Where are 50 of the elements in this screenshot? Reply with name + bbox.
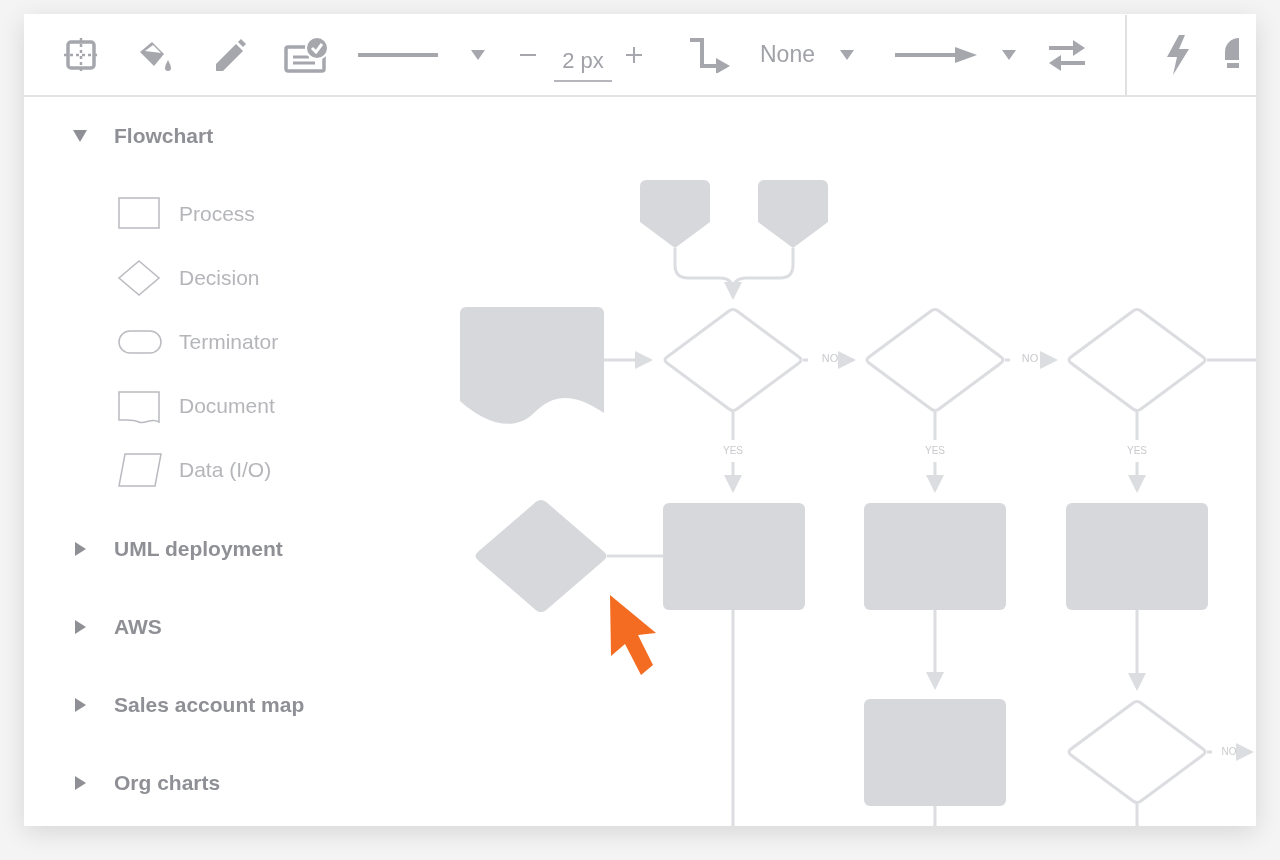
- connector-arrow: [1205, 743, 1254, 761]
- swap-direction-button[interactable]: [1047, 37, 1087, 72]
- shape-item[interactable]: Process: [117, 196, 444, 232]
- section-header[interactable]: Org charts: [24, 771, 444, 795]
- line-style-dropdown[interactable]: [470, 47, 486, 62]
- elbow-arrow-icon: [688, 36, 732, 73]
- off-page-connector: [640, 180, 710, 248]
- connector-line: [1207, 358, 1256, 362]
- section-header[interactable]: AWS: [24, 615, 444, 639]
- off-page-connector: [758, 180, 828, 248]
- connector-line: [933, 806, 937, 826]
- minus-icon: [520, 53, 536, 56]
- parallelogram-icon: [117, 452, 163, 488]
- rectangle-icon: [117, 196, 163, 232]
- lightning-icon: [1165, 34, 1191, 75]
- shape-item[interactable]: Data (I/O): [117, 452, 444, 488]
- swap-arrows-icon: [1047, 37, 1087, 72]
- shape-item[interactable]: Document: [117, 388, 444, 424]
- shape-item[interactable]: Terminator: [117, 324, 444, 360]
- card-check-icon: [284, 36, 330, 73]
- diamond-icon: [117, 260, 163, 296]
- section-header[interactable]: Flowchart: [24, 124, 444, 148]
- arrow-icon: [895, 45, 977, 64]
- style-button[interactable]: [284, 36, 330, 73]
- cursor-icon: [610, 595, 656, 675]
- document-shape-icon: [117, 388, 163, 424]
- caret-icon: [470, 47, 486, 62]
- shape-item[interactable]: Decision: [117, 260, 444, 296]
- caret-icon: [839, 47, 855, 62]
- arrow-style-button[interactable]: [895, 45, 977, 64]
- stroke-width-field[interactable]: 2 px: [554, 41, 612, 82]
- frame-icon: [64, 37, 98, 72]
- connector-style-button[interactable]: [688, 36, 732, 73]
- line-jump-dropdown[interactable]: [839, 47, 855, 62]
- connector-line: [1135, 804, 1139, 826]
- lightning-button[interactable]: [1165, 34, 1191, 75]
- tool-icon: [1223, 35, 1239, 70]
- arrow-style-dropdown[interactable]: [1001, 47, 1017, 62]
- connector-line: [607, 554, 663, 558]
- section-header[interactable]: Sales account map: [24, 693, 444, 717]
- connector-arrow: [801, 351, 856, 369]
- section-header[interactable]: UML deployment: [24, 537, 444, 561]
- plus-icon: [626, 46, 642, 63]
- select-frame-button[interactable]: [64, 37, 98, 72]
- increase-width-button[interactable]: [626, 46, 642, 63]
- decrease-width-button[interactable]: [520, 53, 536, 56]
- line-jump-button[interactable]: None: [760, 41, 815, 68]
- connector-arrow: [604, 351, 653, 369]
- caret-icon: [1001, 47, 1017, 62]
- connector-arrow: [1003, 351, 1058, 369]
